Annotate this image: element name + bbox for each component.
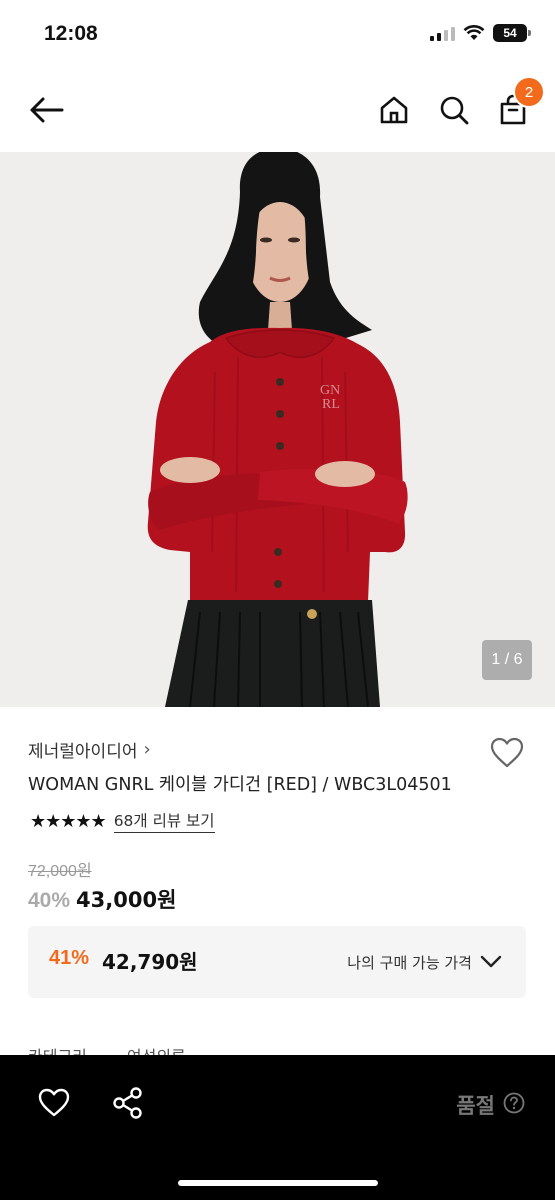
- arrow-left-icon: [30, 97, 64, 123]
- product-info: 제너럴아이디어 › WOMAN GNRL 케이블 가디건 [RED] / WBC…: [0, 707, 555, 1066]
- question-circle-icon[interactable]: [503, 1092, 525, 1114]
- back-button[interactable]: [26, 90, 66, 130]
- top-nav: 2: [0, 70, 555, 152]
- svg-text:RL: RL: [322, 397, 340, 412]
- discount-rate: 40%: [28, 889, 71, 912]
- bottom-action-bar: 품절: [0, 1055, 555, 1200]
- sale-price: 43,000원: [76, 888, 177, 912]
- share-icon: [113, 1087, 142, 1119]
- review-link[interactable]: 68개 리뷰 보기: [113, 809, 215, 833]
- soldout-label: 품절: [456, 1094, 495, 1118]
- bottom-wishlist-button[interactable]: [36, 1085, 72, 1121]
- home-icon: [380, 96, 408, 124]
- brand-name: 제너럴아이디어: [28, 742, 138, 762]
- search-icon: [440, 96, 469, 125]
- my-price-box[interactable]: 41% 42,790원 나의 구매 가능 가격: [28, 926, 526, 998]
- product-image[interactable]: GN RL 1 / 6: [0, 152, 555, 707]
- brand-link[interactable]: 제너럴아이디어 ›: [28, 737, 151, 762]
- rating-row: ★★★★★ 68개 리뷰 보기: [30, 809, 215, 833]
- my-price-label: 나의 구매 가능 가격: [347, 954, 472, 972]
- star-rating-icon: ★★★★★: [30, 810, 107, 832]
- svg-text:GN: GN: [320, 383, 340, 398]
- image-counter: 1 / 6: [482, 640, 532, 680]
- battery-icon: 54: [493, 24, 531, 42]
- home-button[interactable]: [374, 90, 414, 130]
- wifi-icon: [463, 25, 485, 40]
- share-button[interactable]: [110, 1085, 146, 1121]
- original-price: 72,000원: [28, 863, 92, 880]
- model-photo: GN RL: [0, 152, 555, 707]
- my-discount-rate: 41%: [49, 947, 90, 969]
- product-title: WOMAN GNRL 케이블 가디건 [RED] / WBC3L04501: [28, 775, 452, 795]
- price-row: 40% 43,000원: [28, 884, 176, 914]
- heart-icon: [490, 737, 524, 768]
- signal-icon: [430, 25, 455, 41]
- home-indicator: [178, 1180, 378, 1186]
- cart-button[interactable]: 2: [493, 76, 545, 130]
- status-time: 12:08: [44, 22, 98, 45]
- cart-count-badge: 2: [513, 76, 545, 108]
- search-button[interactable]: [434, 90, 474, 130]
- heart-icon: [38, 1088, 70, 1117]
- my-price: 42,790원: [102, 950, 198, 974]
- chevron-down-icon: [480, 955, 502, 968]
- status-bar: 12:08 54: [0, 0, 555, 70]
- wishlist-button[interactable]: [489, 735, 525, 771]
- status-icons: 54: [430, 24, 531, 42]
- chevron-right-icon: ›: [143, 739, 151, 760]
